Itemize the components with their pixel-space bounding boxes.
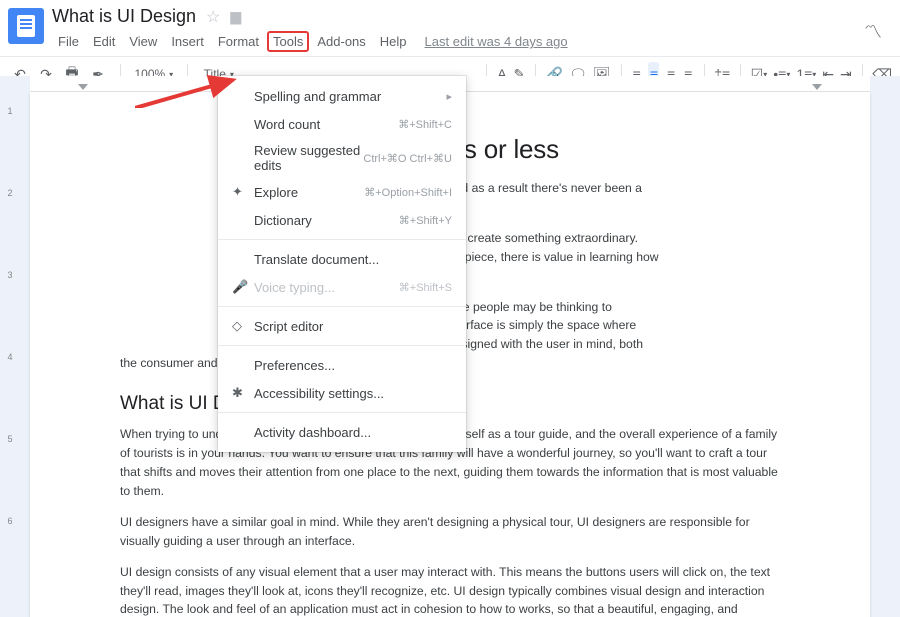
dd-review-edits[interactable]: Review suggested edits Ctrl+⌘O Ctrl+⌘U [218,138,466,178]
dd-activity-dashboard[interactable]: Activity dashboard... [218,418,466,446]
dd-translate[interactable]: Translate document... [218,245,466,273]
last-edit-link[interactable]: Last edit was 4 days ago [425,34,568,49]
docs-app-icon[interactable] [8,8,44,44]
tools-dropdown: Spelling and grammar Word count ⌘+Shift+… [218,76,466,452]
dd-script-editor[interactable]: ◇ Script editor [218,312,466,340]
folder-move-icon[interactable]: ▆ [230,8,241,25]
ruler-tick: 4 [7,352,12,362]
menu-addons[interactable]: Add-ons [311,31,371,52]
menu-insert[interactable]: Insert [165,31,210,52]
dd-preferences[interactable]: Preferences... [218,351,466,379]
star-icon[interactable]: ☆ [206,7,220,27]
script-icon: ◇ [232,318,254,334]
menu-edit[interactable]: Edit [87,31,121,52]
menu-tools[interactable]: Tools [267,31,309,52]
indent-marker-right-icon[interactable] [812,84,822,90]
dd-voice-typing[interactable]: 🎤 Voice typing... ⌘+Shift+S [218,273,466,301]
vertical-ruler: 1 2 3 4 5 6 [0,76,20,617]
mic-icon: 🎤 [232,279,254,295]
dd-explore[interactable]: ✦ Explore ⌘+Option+Shift+I [218,178,466,206]
document-title[interactable]: What is UI Design [52,6,196,27]
menu-help[interactable]: Help [374,31,413,52]
dd-word-count[interactable]: Word count ⌘+Shift+C [218,110,466,138]
dd-dictionary[interactable]: Dictionary ⌘+Shift+Y [218,206,466,234]
ruler-tick: 3 [7,270,12,280]
ruler-tick: 1 [7,106,12,116]
menu-format[interactable]: Format [212,31,265,52]
accessibility-icon: ✱ [232,385,254,401]
menubar: File Edit View Insert Format Tools Add-o… [52,31,892,56]
doc-paragraph[interactable]: UI design consists of any visual element… [120,563,780,617]
explore-icon: ✦ [232,184,254,200]
dd-accessibility[interactable]: ✱ Accessibility settings... [218,379,466,407]
menu-view[interactable]: View [123,31,163,52]
ruler-tick: 6 [7,516,12,526]
dd-spelling-grammar[interactable]: Spelling and grammar [218,82,466,110]
menu-file[interactable]: File [52,31,85,52]
titlebar: What is UI Design ☆ ▆ File Edit View Ins… [0,0,900,56]
ruler-tick: 2 [7,188,12,198]
indent-marker-left-icon[interactable] [78,84,88,90]
activity-trend-icon[interactable]: 〽 [864,18,882,44]
ruler-tick: 5 [7,434,12,444]
doc-paragraph[interactable]: UI designers have a similar goal in mind… [120,513,780,551]
